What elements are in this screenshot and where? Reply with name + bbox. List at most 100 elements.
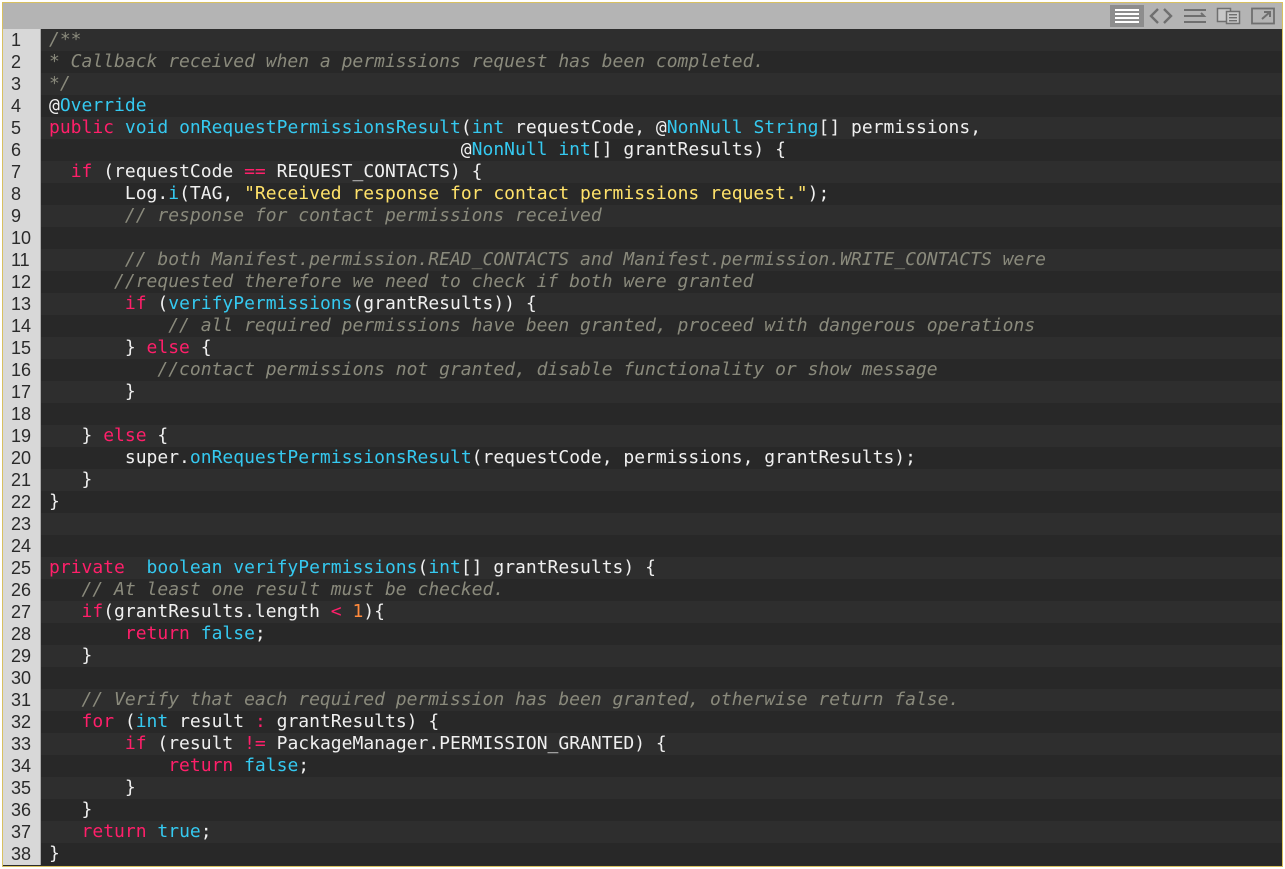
- code-line: 14 // all required permissions have been…: [3, 315, 1282, 337]
- line-number: 28: [3, 623, 41, 645]
- code-text: }: [49, 777, 136, 799]
- copy-clipboard-button[interactable]: [1212, 5, 1246, 27]
- code-token: (grantResults)) {: [352, 293, 537, 314]
- code-token: requestCode, @: [504, 117, 667, 138]
- code-token: (result: [146, 733, 245, 754]
- code-token: boolean: [146, 557, 223, 578]
- code-token: if: [124, 293, 147, 314]
- code-token: ;: [200, 821, 212, 842]
- code-line: 7 if (requestCode == REQUEST_CONTACTS) {: [3, 161, 1282, 183]
- line-number: 7: [3, 161, 41, 183]
- code-line: 23: [3, 513, 1282, 535]
- view-source-button[interactable]: [1110, 5, 1144, 27]
- code-token: }: [49, 337, 147, 358]
- code-token: // response for contact permissions rece…: [124, 205, 602, 226]
- code-token: (: [460, 117, 472, 138]
- code-token: //contact permissions not granted, disab…: [157, 359, 938, 380]
- code-text: if (result != PackageManager.PERMISSION_…: [49, 733, 667, 755]
- code-text: } else {: [49, 337, 212, 359]
- code-block: 1 /** 2 * Callback received when a permissi…: [3, 29, 1282, 865]
- code-text: // all required permissions have been gr…: [49, 315, 1035, 337]
- code-token: grantResults) {: [265, 711, 440, 732]
- line-number: 18: [3, 403, 41, 425]
- code-token: false: [200, 623, 255, 644]
- code-token: public: [49, 117, 115, 138]
- code-token: Log.: [49, 183, 169, 204]
- code-line: 8 Log.i(TAG, "Received response for cont…: [3, 183, 1282, 205]
- line-number: 23: [3, 513, 41, 535]
- code-token: else: [103, 425, 147, 446]
- code-text: if (verifyPermissions(grantResults)) {: [49, 293, 537, 315]
- open-new-window-button[interactable]: [1246, 5, 1280, 27]
- wrap-lines-button[interactable]: [1178, 5, 1212, 27]
- code-token: (: [114, 711, 136, 732]
- code-text: Log.i(TAG, "Received response for contac…: [49, 183, 829, 205]
- code-viewer: 1 /** 2 * Callback received when a permissi…: [2, 2, 1283, 867]
- line-number: 11: [3, 249, 41, 271]
- code-text: }: [49, 491, 60, 513]
- code-line: 21 }: [3, 469, 1282, 491]
- code-line: 10: [3, 227, 1282, 249]
- code-text: return false;: [49, 623, 266, 645]
- code-text: @Override: [49, 95, 147, 117]
- line-number: 10: [3, 227, 41, 249]
- line-number: 15: [3, 337, 41, 359]
- code-token: }: [49, 491, 60, 512]
- code-text: }: [49, 799, 93, 821]
- code-line: 4 @Override: [3, 95, 1282, 117]
- line-number: 34: [3, 755, 41, 777]
- code-token: // both Manifest.permission.READ_CONTACT…: [124, 249, 1046, 270]
- code-text: @NonNull int[] grantResults) {: [49, 139, 786, 161]
- code-token: {: [146, 425, 169, 446]
- code-token: onRequestPermissionsResult: [189, 447, 472, 468]
- code-line: 18: [3, 403, 1282, 425]
- line-number: 36: [3, 799, 41, 821]
- code-token: [] grantResults) {: [460, 557, 656, 578]
- code-token: int: [135, 711, 169, 732]
- code-token: {: [189, 337, 212, 358]
- code-token: }: [49, 777, 136, 798]
- code-token: onRequestPermissionsResult: [179, 117, 461, 138]
- line-number: 5: [3, 117, 41, 139]
- code-text: //contact permissions not granted, disab…: [49, 359, 938, 381]
- view-code-button[interactable]: [1144, 5, 1178, 27]
- code-token: NonNull: [666, 117, 743, 138]
- code-brackets-icon: [1149, 8, 1173, 24]
- code-text: }: [49, 381, 136, 403]
- wrap-lines-icon: [1184, 9, 1207, 23]
- code-token: }: [49, 425, 104, 446]
- code-token: (grantResults.length: [103, 601, 331, 622]
- code-text: /**: [49, 29, 82, 51]
- code-line: 9 // response for contact permissions re…: [3, 205, 1282, 227]
- code-token: * Callback received when a permissions r…: [49, 51, 765, 72]
- code-token: verifyPermissions: [168, 293, 353, 314]
- code-text: // both Manifest.permission.READ_CONTACT…: [49, 249, 1046, 271]
- code-token: (requestCode, permissions, grantResults)…: [471, 447, 916, 468]
- line-number: 6: [3, 139, 41, 161]
- code-token: if: [70, 161, 93, 182]
- code-token: "Received response for contact permissio…: [244, 183, 808, 204]
- code-token: result: [168, 711, 255, 732]
- open-new-window-icon: [1251, 7, 1275, 25]
- line-number: 17: [3, 381, 41, 403]
- line-number: 20: [3, 447, 41, 469]
- code-line: 34 return false;: [3, 755, 1282, 777]
- line-number: 30: [3, 667, 41, 689]
- code-token: false: [244, 755, 299, 776]
- code-token: if: [81, 601, 104, 622]
- copy-clipboard-icon: [1216, 7, 1241, 25]
- code-token: @: [49, 139, 472, 160]
- line-number: 38: [3, 843, 41, 865]
- code-token: [] permissions,: [818, 117, 982, 138]
